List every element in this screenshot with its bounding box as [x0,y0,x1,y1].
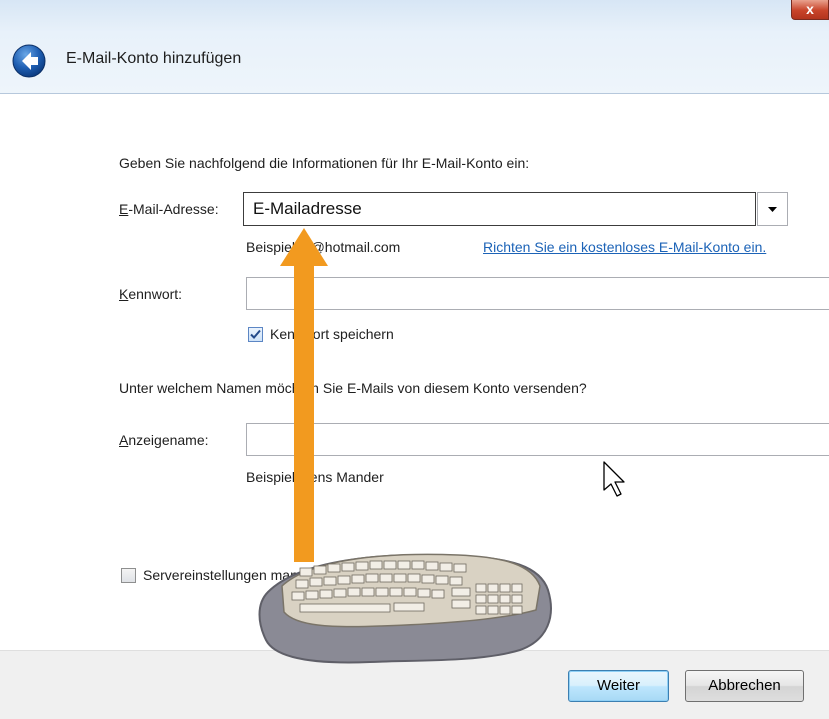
email-label: E-Mail-Adresse: [119,201,219,217]
sender-name-question: Unter welchem Namen möchten Sie E-Mails … [119,380,587,396]
remember-password-label: Kennwort speichern [270,326,394,342]
display-name-label: Anzeigename: [119,432,209,448]
email-input[interactable]: E-Mailadresse [243,192,756,226]
intro-text: Geben Sie nachfolgend die Informationen … [119,155,530,171]
back-arrow-icon [12,44,46,78]
close-icon: x [806,1,814,17]
add-email-account-dialog: x E-Mail-Konto hinzufügen Geben Sie nach… [0,0,829,719]
display-name-example: Beispiel: Jens Mander [246,469,384,485]
manual-server-settings-label: Servereinstellungen manuell konfiguriere… [143,567,409,583]
password-label: Kennwort: [119,286,183,302]
remember-password-checkbox[interactable] [248,327,263,342]
window-title: E-Mail-Konto hinzufügen [66,50,242,67]
display-name-input[interactable] [246,423,829,456]
email-dropdown-button[interactable] [757,192,788,226]
form-content: Geben Sie nachfolgend die Informationen … [0,94,829,650]
cancel-button[interactable]: Abbrechen [685,670,804,702]
chevron-down-icon [768,207,777,212]
dialog-footer: Weiter Abbrechen [0,650,829,719]
create-free-account-link[interactable]: Richten Sie ein kostenloses E-Mail-Konto… [483,239,766,255]
manual-server-settings-checkbox[interactable] [121,568,136,583]
email-example: Beispiel: 5@hotmail.com [246,239,401,255]
checkmark-icon [250,329,261,339]
back-button[interactable] [12,44,46,78]
title-bar: x E-Mail-Konto hinzufügen [0,0,829,94]
next-button[interactable]: Weiter [568,670,669,702]
password-input[interactable] [246,277,829,310]
close-button[interactable]: x [791,0,829,20]
